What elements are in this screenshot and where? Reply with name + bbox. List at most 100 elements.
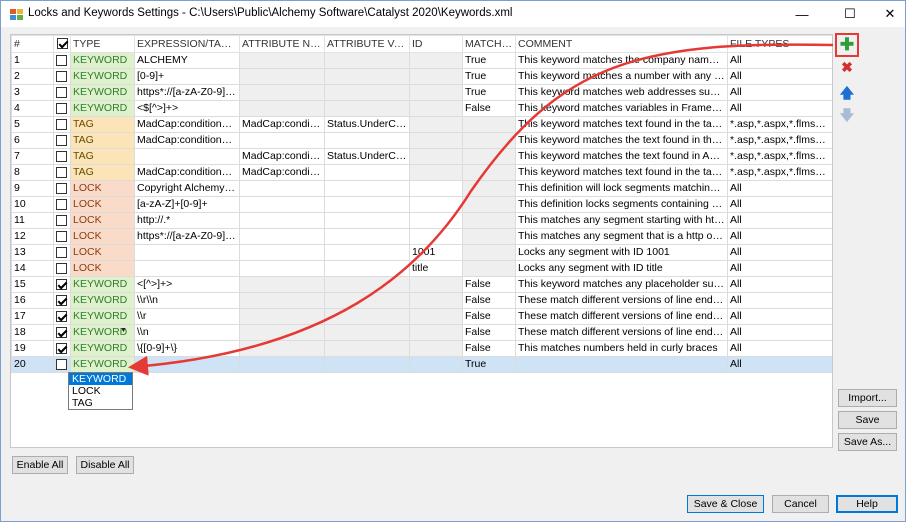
cell-file-types[interactable]: *.asp,*.aspx,*.flmsp,*.flsnp [727, 116, 832, 133]
cell-number[interactable]: 8 [11, 164, 54, 181]
cell-match[interactable]: True [462, 356, 516, 373]
cell-enabled[interactable] [53, 276, 71, 293]
row-enabled-checkbox[interactable] [56, 198, 67, 210]
table-row[interactable]: 15 KEYWORD <[^>]+> False This keyword matche… [11, 276, 832, 293]
cell-file-types[interactable]: All [727, 228, 832, 245]
cell-type[interactable]: KEYWORD [70, 276, 135, 293]
table-row[interactable]: 19 KEYWORD \{[0-9]+\} False This matches num… [11, 340, 832, 357]
cell-enabled[interactable] [53, 356, 71, 373]
cell-attribute-name[interactable] [239, 308, 325, 325]
cell-id[interactable] [409, 324, 463, 341]
cell-id[interactable] [409, 84, 463, 101]
cell-match[interactable] [462, 228, 516, 245]
cell-expression[interactable]: Copyright Alchemy Software [134, 180, 240, 197]
row-enabled-checkbox[interactable] [56, 134, 67, 146]
cell-attribute-value[interactable] [324, 324, 410, 341]
cell-attribute-name[interactable] [239, 212, 325, 229]
cell-id[interactable] [409, 292, 463, 309]
cell-attribute-name[interactable] [239, 132, 325, 149]
row-enabled-checkbox[interactable] [56, 278, 67, 290]
cell-attribute-name[interactable] [239, 244, 325, 261]
cell-number[interactable]: 12 [11, 228, 54, 245]
cell-match[interactable] [462, 148, 516, 165]
cell-type[interactable]: LOCK [70, 180, 135, 197]
column-header-file-types[interactable]: FILE TYPES [727, 35, 832, 53]
cell-number[interactable]: 1 [11, 52, 54, 69]
cell-enabled[interactable] [53, 164, 71, 181]
cell-number[interactable]: 7 [11, 148, 54, 165]
cell-file-types[interactable]: All [727, 340, 832, 357]
cell-attribute-name[interactable] [239, 52, 325, 69]
table-row[interactable]: 13 LOCK 1001 Locks any segment with ID 1001… [11, 244, 832, 261]
cell-match[interactable]: False [462, 308, 516, 325]
row-enabled-checkbox[interactable] [56, 214, 67, 226]
cell-enabled[interactable] [53, 340, 71, 357]
cell-comment[interactable]: This matches any segment starting with h… [515, 212, 728, 229]
row-enabled-checkbox[interactable] [56, 150, 67, 162]
cell-file-types[interactable]: All [727, 244, 832, 261]
cell-file-types[interactable]: All [727, 196, 832, 213]
column-header-type[interactable]: TYPE [70, 35, 135, 53]
cell-file-types[interactable]: *.asp,*.aspx,*.flmsp,*.flsnp [727, 164, 832, 181]
cell-expression[interactable]: \\n [134, 324, 240, 341]
cell-type[interactable]: TAG [70, 164, 135, 181]
add-row-button[interactable]: ✚ [835, 33, 859, 57]
definitions-grid[interactable]: # TYPE EXPRESSION/TAG NA... ATTRIBUTE NA… [10, 34, 833, 448]
cell-number[interactable]: 19 [11, 340, 54, 357]
save-button[interactable]: Save [838, 411, 897, 429]
cell-type[interactable]: KEYWORD [70, 292, 135, 309]
table-row[interactable]: 10 LOCK [a-zA-Z]+[0-9]+ This definition loc… [11, 196, 832, 213]
cell-number[interactable]: 17 [11, 308, 54, 325]
row-enabled-checkbox[interactable] [56, 230, 67, 242]
cell-id[interactable] [409, 164, 463, 181]
cell-attribute-value[interactable] [324, 68, 410, 85]
cell-number[interactable]: 9 [11, 180, 54, 197]
cell-type[interactable]: KEYWORD [70, 68, 135, 85]
cell-file-types[interactable]: All [727, 356, 832, 373]
table-row[interactable]: 6 TAG MadCap:conditionalText This keyword m… [11, 132, 832, 149]
cell-comment[interactable]: These match different versions of line e… [515, 292, 728, 309]
cell-file-types[interactable]: All [727, 100, 832, 117]
cell-enabled[interactable] [53, 292, 71, 309]
cell-number[interactable]: 6 [11, 132, 54, 149]
column-header-expression[interactable]: EXPRESSION/TAG NA... [134, 35, 240, 53]
cell-id[interactable]: title [409, 260, 463, 277]
cell-file-types[interactable]: All [727, 68, 832, 85]
cell-file-types[interactable]: All [727, 292, 832, 309]
cell-match[interactable] [462, 180, 516, 197]
cell-attribute-value[interactable] [324, 132, 410, 149]
cell-attribute-value[interactable] [324, 244, 410, 261]
cell-attribute-name[interactable] [239, 356, 325, 373]
cell-number[interactable]: 16 [11, 292, 54, 309]
cell-match[interactable]: True [462, 52, 516, 69]
cell-id[interactable] [409, 180, 463, 197]
table-row[interactable]: 7 TAG MadCap:conditionsStatus.UnderConstru… [11, 148, 832, 165]
cell-type[interactable]: KEYWORD [70, 308, 135, 325]
cell-comment[interactable]: This definition will lock segments match… [515, 180, 728, 197]
cell-attribute-name[interactable] [239, 84, 325, 101]
cell-attribute-name[interactable] [239, 276, 325, 293]
cell-comment[interactable]: These match different versions of line e… [515, 324, 728, 341]
cell-comment[interactable]: This matches any segment that is a http … [515, 228, 728, 245]
column-header-attribute-name[interactable]: ATTRIBUTE NAME [239, 35, 325, 53]
row-enabled-checkbox[interactable] [56, 342, 67, 354]
column-header-attribute-value[interactable]: ATTRIBUTE VALUE [324, 35, 410, 53]
row-enabled-checkbox[interactable] [56, 182, 67, 194]
cell-id[interactable] [409, 356, 463, 373]
cell-type[interactable]: LOCK [70, 228, 135, 245]
cell-id[interactable] [409, 196, 463, 213]
cell-comment[interactable]: Locks any segment with ID title [515, 260, 728, 277]
table-row[interactable]: 16 KEYWORD \\r\\n False These match differen… [11, 292, 832, 309]
cell-attribute-name[interactable]: MadCap:conditions [239, 164, 325, 181]
cell-number[interactable]: 2 [11, 68, 54, 85]
cell-match[interactable] [462, 260, 516, 277]
cell-expression[interactable] [134, 260, 240, 277]
cell-match[interactable] [462, 116, 516, 133]
cell-type[interactable]: LOCK [70, 212, 135, 229]
cell-match[interactable] [462, 132, 516, 149]
cell-expression[interactable] [134, 244, 240, 261]
cell-id[interactable] [409, 132, 463, 149]
cell-id[interactable] [409, 148, 463, 165]
cell-match[interactable] [462, 244, 516, 261]
cell-type[interactable]: KEYWORD [70, 340, 135, 357]
